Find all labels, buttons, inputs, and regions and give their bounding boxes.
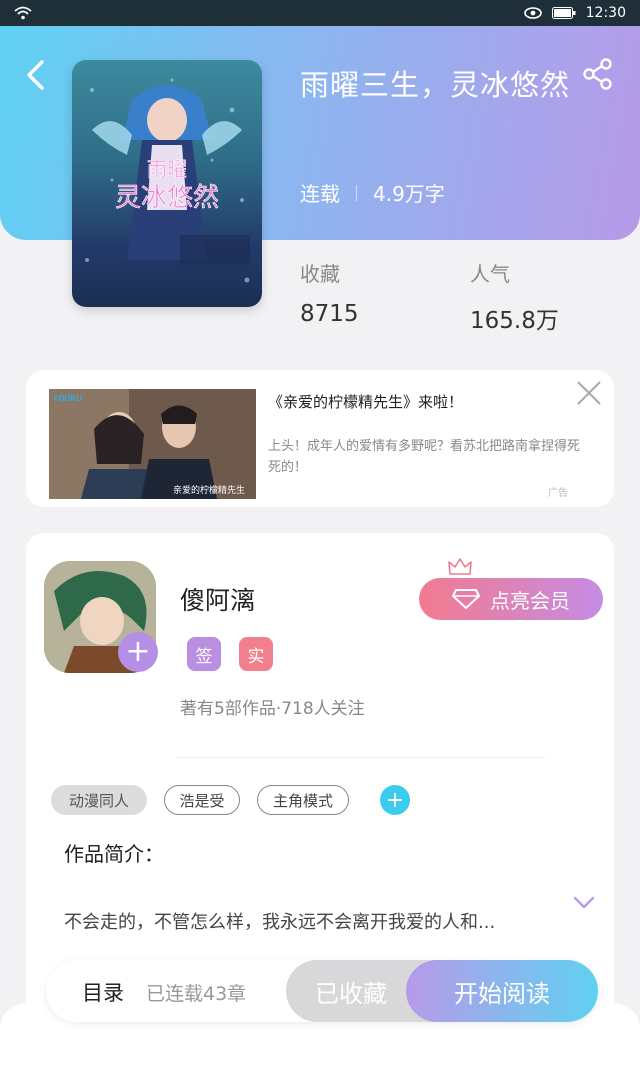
start-reading-button-label: 开始阅读: [454, 979, 550, 1008]
eye-icon: [523, 7, 542, 19]
ad-badge: 广告: [548, 488, 568, 499]
ad-image-brand: YOUKU: [53, 394, 82, 403]
wifi-icon: [14, 6, 32, 20]
follow-author-button[interactable]: +: [118, 632, 158, 672]
book-status: 连载: [300, 182, 340, 206]
ad-illustration: YOUKU 亲爱的柠檬精先生: [49, 389, 256, 499]
collected-button-label: 已收藏: [315, 979, 387, 1008]
divider: [176, 757, 546, 758]
share-button[interactable]: [580, 56, 616, 92]
ad-image[interactable]: YOUKU 亲爱的柠檬精先生: [49, 389, 256, 499]
stat-popularity: 人气 165.8万: [470, 258, 559, 335]
vip-button[interactable]: 点亮会员: [419, 578, 603, 620]
book-word-count: 4.9万字: [373, 182, 445, 206]
book-cover-image[interactable]: 雨曜 灵冰悠然: [72, 60, 262, 307]
start-reading-button[interactable]: 开始阅读: [406, 960, 598, 1022]
status-bar: 12:30: [0, 0, 640, 26]
cover-title-text-2: 灵冰悠然: [115, 183, 219, 212]
author-name[interactable]: 傻阿漓: [180, 581, 255, 617]
signed-badge: 签: [187, 637, 221, 671]
stat-favorites-value: 8715: [300, 301, 359, 327]
crown-icon: [448, 558, 472, 575]
stat-favorites: 收藏 8715: [300, 258, 359, 327]
tag-item[interactable]: 浩是受: [164, 785, 240, 815]
plus-icon: +: [125, 634, 151, 669]
cover-title-text-1: 雨曜: [147, 159, 187, 181]
bottom-action-bar: 目录 已连载43章 已收藏 开始阅读: [46, 960, 598, 1022]
stat-favorites-label: 收藏: [300, 262, 340, 286]
tag-item[interactable]: 动漫同人: [51, 785, 147, 815]
plus-icon: +: [385, 787, 405, 813]
stat-popularity-value: 165.8万: [470, 308, 559, 334]
author-card: + 傻阿漓 点亮会员 签 实 著有5部作品·718人关注 动漫同人 浩是受 主角…: [26, 533, 614, 1033]
share-icon: [583, 58, 612, 90]
book-meta: 连载 4.9万字: [300, 178, 445, 207]
ad-close-button[interactable]: [574, 378, 604, 408]
chevron-down-icon[interactable]: [572, 895, 596, 911]
close-icon: [577, 381, 601, 405]
ad-image-caption: 亲爱的柠檬精先生: [173, 484, 245, 495]
book-title: 雨曜三生，灵冰悠然: [300, 68, 571, 102]
ad-title[interactable]: 《亲爱的柠檬精先生》来啦！: [268, 391, 463, 412]
diamond-icon: [452, 589, 480, 609]
ad-description: 上头！成年人的爱情有多野呢？看苏北把路南拿捏得死死的！: [268, 439, 581, 475]
toc-button[interactable]: 目录: [82, 977, 124, 1007]
battery-icon: [551, 7, 576, 19]
intro-text: 不会走的，不管怎么样，我永远不会离开我爱的人和...: [64, 912, 496, 933]
add-tag-button[interactable]: +: [380, 785, 410, 815]
ad-card[interactable]: YOUKU 亲爱的柠檬精先生 《亲爱的柠檬精先生》来啦！ 上头！成年人的爱情有多…: [26, 370, 614, 507]
meta-divider: [356, 184, 357, 201]
cover-illustration: 雨曜 灵冰悠然: [85, 78, 250, 283]
verified-badge: 实: [239, 637, 273, 671]
status-time: 12:30: [585, 5, 626, 21]
intro-heading: 作品简介：: [64, 842, 164, 866]
author-stats: 著有5部作品·718人关注: [180, 699, 365, 719]
back-button[interactable]: [18, 56, 54, 92]
chapter-count[interactable]: 已连载43章: [146, 979, 246, 1006]
back-arrow-icon: [27, 60, 44, 90]
vip-button-label: 点亮会员: [490, 588, 570, 613]
stat-popularity-label: 人气: [470, 262, 510, 286]
tag-item[interactable]: 主角模式: [257, 785, 349, 815]
